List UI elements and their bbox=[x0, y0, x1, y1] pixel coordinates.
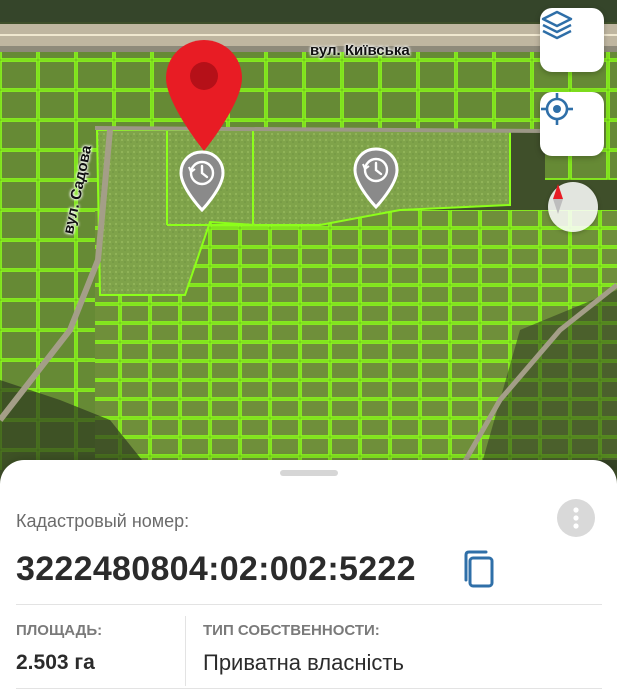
divider bbox=[16, 604, 602, 605]
layers-button[interactable] bbox=[540, 8, 604, 72]
layers-icon bbox=[541, 10, 573, 40]
copy-icon bbox=[464, 550, 494, 588]
road-label-kyivska: вул. Київська bbox=[310, 42, 410, 59]
ownership-type-value: Приватна власність bbox=[203, 650, 404, 675]
area-label: ПЛОЩАДЬ: bbox=[16, 622, 103, 639]
copy-button[interactable] bbox=[458, 548, 498, 590]
drag-handle[interactable] bbox=[280, 470, 338, 476]
locate-button[interactable] bbox=[540, 92, 604, 156]
divider-vertical bbox=[185, 616, 186, 686]
more-options-button[interactable] bbox=[557, 499, 595, 537]
divider bbox=[16, 688, 602, 689]
compass-icon bbox=[553, 184, 563, 214]
parcel-info-sheet: Кадастровый номер: 3222480804:02:002:522… bbox=[0, 460, 617, 700]
more-vertical-icon bbox=[573, 507, 579, 529]
parcel-grid-top bbox=[95, 50, 545, 130]
crosshair-icon bbox=[541, 93, 573, 125]
area-value: 2.503 га bbox=[16, 651, 95, 674]
cadastral-number-label: Кадастровый номер: bbox=[16, 511, 190, 531]
ownership-type-label: ТИП СОБСТВЕННОСТИ: bbox=[203, 622, 380, 639]
compass-button[interactable] bbox=[548, 182, 598, 232]
cadastral-number: 3222480804:02:002:5222 bbox=[16, 550, 416, 588]
